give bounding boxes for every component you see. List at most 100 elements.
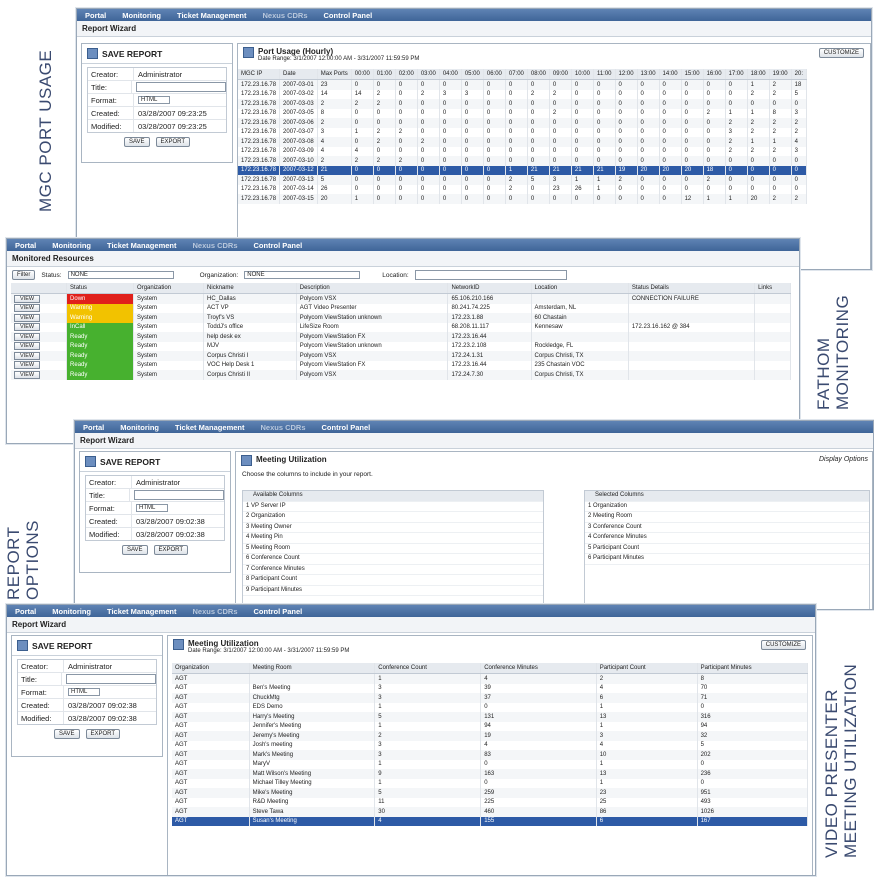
column-header[interactable]: Organization (133, 283, 205, 294)
table-row[interactable]: AGT Jennifer's Meeting 1 94 1 94 (172, 721, 809, 731)
view-button[interactable]: VIEW (14, 361, 41, 370)
column-header[interactable]: 12:00 (615, 69, 638, 80)
nav-ticket-management[interactable]: Ticket Management (107, 607, 176, 616)
column-header[interactable]: MGC IP (238, 69, 281, 80)
nav-portal[interactable]: Portal (85, 11, 106, 20)
list-item[interactable]: 2 Organization (243, 512, 543, 523)
column-header[interactable]: 08:00 (527, 69, 550, 80)
view-button[interactable]: VIEW (14, 332, 41, 341)
table-row[interactable]: 172.23.16.78 2007-03-13 5 0 0 0 0 0 0 0 2 5 3 1 1 2 0 0 0 2… (238, 175, 807, 185)
table-row[interactable]: 172.23.16.78 2007-03-01 23 0 0 0 0 0 0 0 0 0 0 0 0 0 0 0 0… (238, 79, 807, 90)
table-row[interactable]: 172.23.16.78 2007-03-08 4 0 2 0 2 0 0 0 0 0 0 0 0 0 0 0 0 0… (238, 137, 807, 147)
column-header[interactable]: Links (754, 283, 791, 294)
export-button[interactable]: EXPORT (155, 137, 191, 147)
view-button[interactable]: VIEW (14, 313, 41, 322)
nav-monitoring[interactable]: Monitoring (120, 423, 159, 432)
column-header[interactable]: Status Details (628, 283, 756, 294)
list-item[interactable]: 1 Organization (585, 502, 869, 512)
column-header[interactable]: 14:00 (659, 69, 682, 80)
column-header[interactable]: Conference Count (374, 663, 482, 674)
column-header[interactable]: 07:00 (505, 69, 528, 80)
column-header[interactable]: 18:00 (747, 69, 770, 80)
column-header[interactable]: Conference Minutes (480, 663, 597, 674)
export-button[interactable]: EXPORT (153, 545, 189, 555)
list-item[interactable]: 9 Participant Minutes (243, 586, 543, 596)
nav-monitoring[interactable]: Monitoring (52, 607, 91, 616)
nav-control-panel[interactable]: Control Panel (254, 607, 303, 616)
column-header[interactable]: 05:00 (461, 69, 484, 80)
list-item[interactable]: 5 Participant Count (585, 544, 869, 554)
table-row[interactable]: VIEW Ready System VOC Help Desk 1 Polycom Vi… (11, 360, 791, 370)
save-button[interactable]: SAVE (123, 137, 150, 147)
list-item[interactable]: 8 Participant Count (243, 575, 543, 586)
nav-nexus-cdrs[interactable]: Nexus CDRs (192, 241, 237, 250)
table-row[interactable]: AGT ChuckMtg 3 37 6 71 (172, 693, 809, 703)
table-row[interactable]: VIEW Warning System ACT VP AGT Video Present… (11, 303, 791, 313)
nav-nexus-cdrs[interactable]: Nexus CDRs (192, 607, 237, 616)
table-row[interactable]: 172.23.16.78 2007-03-15 20 1 0 0 0 0 0 0 0 0 0 0 0 0 0 0 1… (238, 194, 807, 204)
customize-button[interactable]: CUSTOMIZE (760, 640, 806, 650)
column-header[interactable]: Organization (172, 663, 250, 674)
table-row[interactable]: AGT 1 4 2 8 (172, 673, 809, 684)
view-button[interactable]: VIEW (14, 370, 41, 379)
table-row[interactable]: AGT Steve Tawa 30 460 86 1026 (172, 807, 809, 817)
view-button[interactable]: VIEW (14, 351, 41, 360)
column-header[interactable]: 20: (791, 69, 807, 80)
location-input[interactable] (414, 270, 567, 280)
table-row[interactable]: 172.23.16.78 2007-03-09 4 4 0 0 0 0 0 0 0 0 0 0 0 0 0 0 0 0… (238, 146, 807, 156)
list-item[interactable]: 4 Conference Minutes (585, 533, 869, 544)
table-row[interactable]: 172.23.16.78 2007-03-06 2 0 0 0 0 0 0 0 0 0 0 0 0 0 0 0 0 0… (238, 118, 807, 128)
nav-control-panel[interactable]: Control Panel (254, 241, 303, 250)
column-header[interactable]: Date (279, 69, 318, 80)
save-button[interactable]: SAVE (121, 545, 148, 555)
table-row[interactable]: 172.23.16.78 2007-03-10 2 2 2 2 0 0 0 0 0 0 0 0 0 0 0 0 0 0… (238, 156, 807, 166)
table-row[interactable]: AGT Michael Tilley Meeting 1 0 1 0 (172, 778, 809, 788)
column-header[interactable]: 13:00 (637, 69, 660, 80)
table-row[interactable]: VIEW Down System HC_Dallas Polycom VSX 65.106… (11, 293, 791, 304)
nav-portal[interactable]: Portal (15, 241, 36, 250)
view-button[interactable]: VIEW (14, 304, 41, 313)
column-header[interactable]: 03:00 (417, 69, 440, 80)
nav-nexus-cdrs[interactable]: Nexus CDRs (262, 11, 307, 20)
column-header[interactable]: 06:00 (483, 69, 506, 80)
format-select[interactable]: HTML (68, 688, 101, 696)
list-item[interactable]: 6 Participant Minutes (585, 554, 869, 565)
table-row[interactable]: VIEW Ready System help desk ex Polycom ViewS… (11, 332, 791, 342)
table-row[interactable]: 172.23.16.78 2007-03-02 14 14 2 0 2 3 3 0 0 2 2 0 0 0 0 0… (238, 89, 807, 99)
view-button[interactable]: VIEW (14, 323, 41, 332)
nav-ticket-management[interactable]: Ticket Management (175, 423, 244, 432)
nav-nexus-cdrs[interactable]: Nexus CDRs (260, 423, 305, 432)
nav-control-panel[interactable]: Control Panel (324, 11, 373, 20)
column-header[interactable]: Location (531, 283, 629, 294)
table-row[interactable]: VIEW Ready System MJV Polycom ViewStation un… (11, 341, 791, 351)
table-row[interactable]: AGT Mike's Meeting 5 259 23 951 (172, 788, 809, 798)
title-input[interactable] (66, 674, 156, 684)
table-row[interactable]: 172.23.16.78 2007-03-05 8 0 0 0 0 0 0 0 0 0 2 0 0 0 0 0 0 2… (238, 108, 807, 118)
view-button[interactable]: VIEW (14, 342, 41, 351)
status-filter-select[interactable]: NONE (67, 271, 174, 279)
column-header[interactable]: 02:00 (395, 69, 418, 80)
customize-button[interactable]: CUSTOMIZE (818, 48, 864, 58)
title-input[interactable] (136, 82, 226, 92)
column-header[interactable]: Description (296, 283, 449, 294)
table-row[interactable]: AGT Susan's Meeting 4 155 6 167 (172, 816, 809, 826)
column-header[interactable]: 11:00 (593, 69, 616, 80)
list-item[interactable]: 3 Conference Count (585, 523, 869, 533)
nav-monitoring[interactable]: Monitoring (52, 241, 91, 250)
column-header[interactable]: Nickname (203, 283, 297, 294)
list-item[interactable]: 3 Meeting Owner (243, 523, 543, 533)
column-header[interactable]: 10:00 (571, 69, 594, 80)
table-row[interactable]: AGT EDS Demo 1 0 1 0 (172, 702, 809, 712)
column-header[interactable]: Participant Minutes (697, 663, 809, 674)
title-input[interactable] (134, 490, 224, 500)
nav-ticket-management[interactable]: Ticket Management (177, 11, 246, 20)
list-item[interactable]: 4 Meeting Pin (243, 533, 543, 544)
filter-button[interactable]: Filter (12, 270, 36, 280)
table-row[interactable]: AGT Mark's Meeting 3 83 10 202 (172, 750, 809, 760)
column-header[interactable]: 00:00 (351, 69, 374, 80)
nav-ticket-management[interactable]: Ticket Management (107, 241, 176, 250)
table-row[interactable]: AGT Harry's Meeting 5 131 13 316 (172, 712, 809, 722)
list-item[interactable]: 6 Conference Count (243, 554, 543, 565)
column-header[interactable]: Participant Count (596, 663, 698, 674)
column-header[interactable]: 09:00 (549, 69, 572, 80)
